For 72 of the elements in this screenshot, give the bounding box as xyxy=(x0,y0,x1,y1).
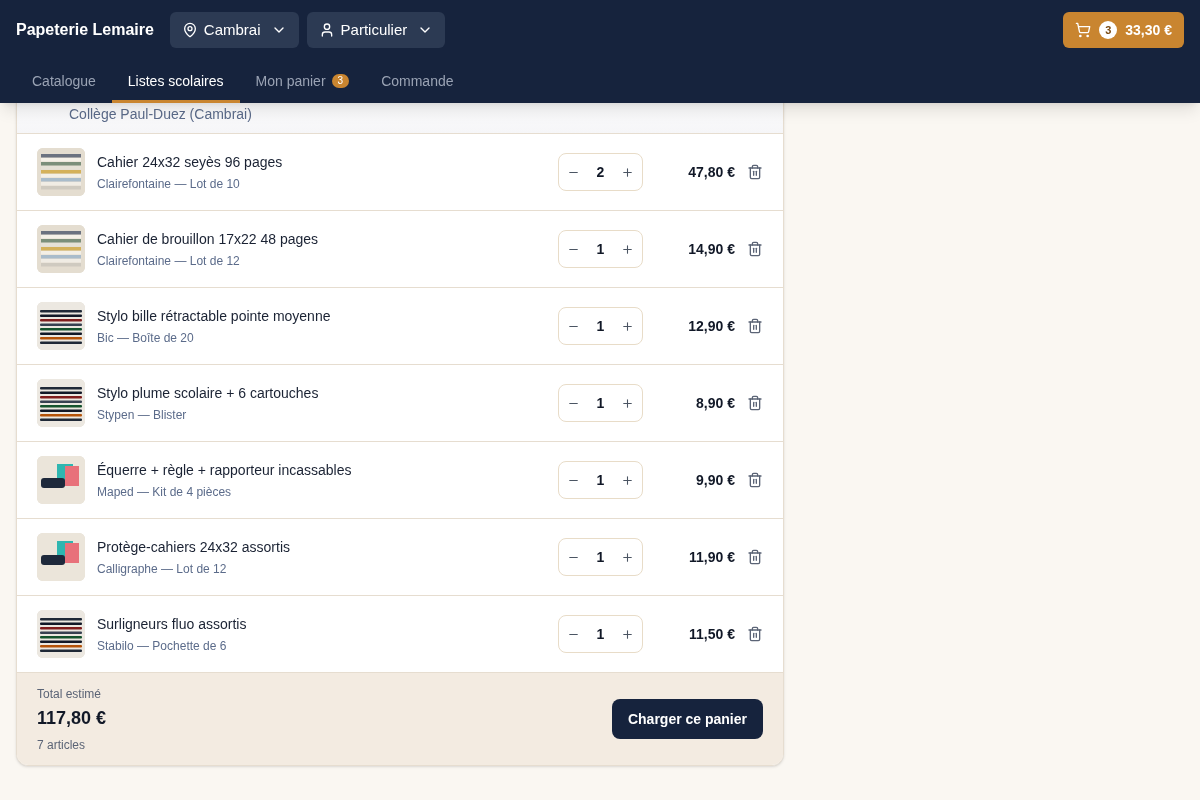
line-price: 47,80 € xyxy=(687,162,735,182)
nav-tab[interactable]: Catalogue xyxy=(16,62,112,103)
nav-tab[interactable]: Commande xyxy=(365,62,470,103)
quantity-value: 1 xyxy=(596,624,605,644)
product-detail: Stypen — Blister xyxy=(97,406,188,424)
line-price: 8,90 € xyxy=(695,393,735,413)
line-price: 11,50 € xyxy=(688,624,735,644)
product-photo xyxy=(37,148,85,196)
total-label: Total estimé xyxy=(37,685,103,703)
product-name: Stylo bille rétractable pointe moyenne xyxy=(97,306,332,326)
plus-icon[interactable] xyxy=(621,627,634,641)
delete-icon[interactable] xyxy=(747,164,763,180)
product-detail: Bic — Boîte de 20 xyxy=(97,329,195,347)
quantity-stepper[interactable]: 2 xyxy=(558,153,643,191)
delete-icon[interactable] xyxy=(747,549,763,565)
product-name: Cahier de brouillon 17x22 48 pages xyxy=(97,229,320,249)
line-price: 12,90 € xyxy=(687,316,735,336)
delete-icon[interactable] xyxy=(747,241,763,257)
plus-icon[interactable] xyxy=(621,550,634,564)
plus-icon[interactable] xyxy=(621,396,634,410)
delete-icon[interactable] xyxy=(747,472,763,488)
article-count: 7 articles xyxy=(37,736,87,754)
product-detail: Clairefontaine — Lot de 10 xyxy=(97,175,241,193)
cart-button[interactable]: 3 33,30 € xyxy=(1063,12,1184,48)
line-price: 14,90 € xyxy=(687,239,735,259)
product-photo xyxy=(37,456,85,504)
quantity-stepper[interactable]: 1 xyxy=(558,384,643,422)
product-name: Surligneurs fluo assortis xyxy=(97,614,248,634)
quantity-value: 2 xyxy=(596,162,605,182)
product-photo xyxy=(37,379,85,427)
delete-icon[interactable] xyxy=(747,395,763,411)
product-name: Cahier 24x32 seyès 96 pages xyxy=(97,152,284,172)
load-cart-button[interactable]: Charger ce panier xyxy=(611,699,763,739)
count-badge: 3 xyxy=(331,74,350,88)
product-photo xyxy=(37,533,85,581)
product-name: Stylo plume scolaire + 6 cartouches xyxy=(97,383,320,403)
product-detail: Clairefontaine — Lot de 12 xyxy=(97,252,241,270)
quantity-stepper[interactable]: 1 xyxy=(558,538,643,576)
product-detail: Maped — Kit de 4 pièces xyxy=(97,483,233,501)
cart-icon xyxy=(1075,22,1092,38)
quantity-stepper[interactable]: 1 xyxy=(558,230,643,268)
delete-icon[interactable] xyxy=(747,626,763,642)
plus-icon[interactable] xyxy=(621,165,634,179)
quantity-stepper[interactable]: 1 xyxy=(558,307,643,345)
quantity-value: 1 xyxy=(596,470,605,490)
product-detail: Stabilo — Pochette de 6 xyxy=(97,637,228,655)
quantity-value: 1 xyxy=(596,393,605,413)
product-name: Équerre + règle + rapporteur incassables xyxy=(97,460,353,480)
product-photo xyxy=(37,610,85,658)
location-pin-icon xyxy=(181,22,198,38)
brand-name: Papeterie Lemaire xyxy=(16,20,154,40)
quantity-stepper[interactable]: 1 xyxy=(558,461,643,499)
plus-icon[interactable] xyxy=(621,473,634,487)
product-detail: Calligraphe — Lot de 12 xyxy=(97,560,228,578)
quantity-value: 1 xyxy=(596,239,605,259)
line-price: 9,90 € xyxy=(695,470,735,490)
profile-dropdown[interactable]: Particulier xyxy=(306,12,446,48)
product-photo xyxy=(37,302,85,350)
location-dropdown[interactable]: Cambrai xyxy=(169,12,299,48)
school-name: Collège Paul-Duez (Cambrai) xyxy=(69,105,252,124)
line-price: 11,90 € xyxy=(688,547,735,567)
delete-icon[interactable] xyxy=(747,318,763,334)
quantity-stepper[interactable]: 1 xyxy=(558,615,643,653)
product-photo xyxy=(37,225,85,273)
plus-icon[interactable] xyxy=(621,242,634,256)
quantity-value: 1 xyxy=(596,547,605,567)
total-amount: 117,80 € xyxy=(37,706,108,730)
quantity-value: 1 xyxy=(596,316,605,336)
nav-tab[interactable]: Mon panier 3 xyxy=(239,62,366,103)
product-name: Protège-cahiers 24x32 assortis xyxy=(97,537,291,557)
plus-icon[interactable] xyxy=(621,319,634,333)
cart-count-badge: 3 xyxy=(1099,21,1118,39)
